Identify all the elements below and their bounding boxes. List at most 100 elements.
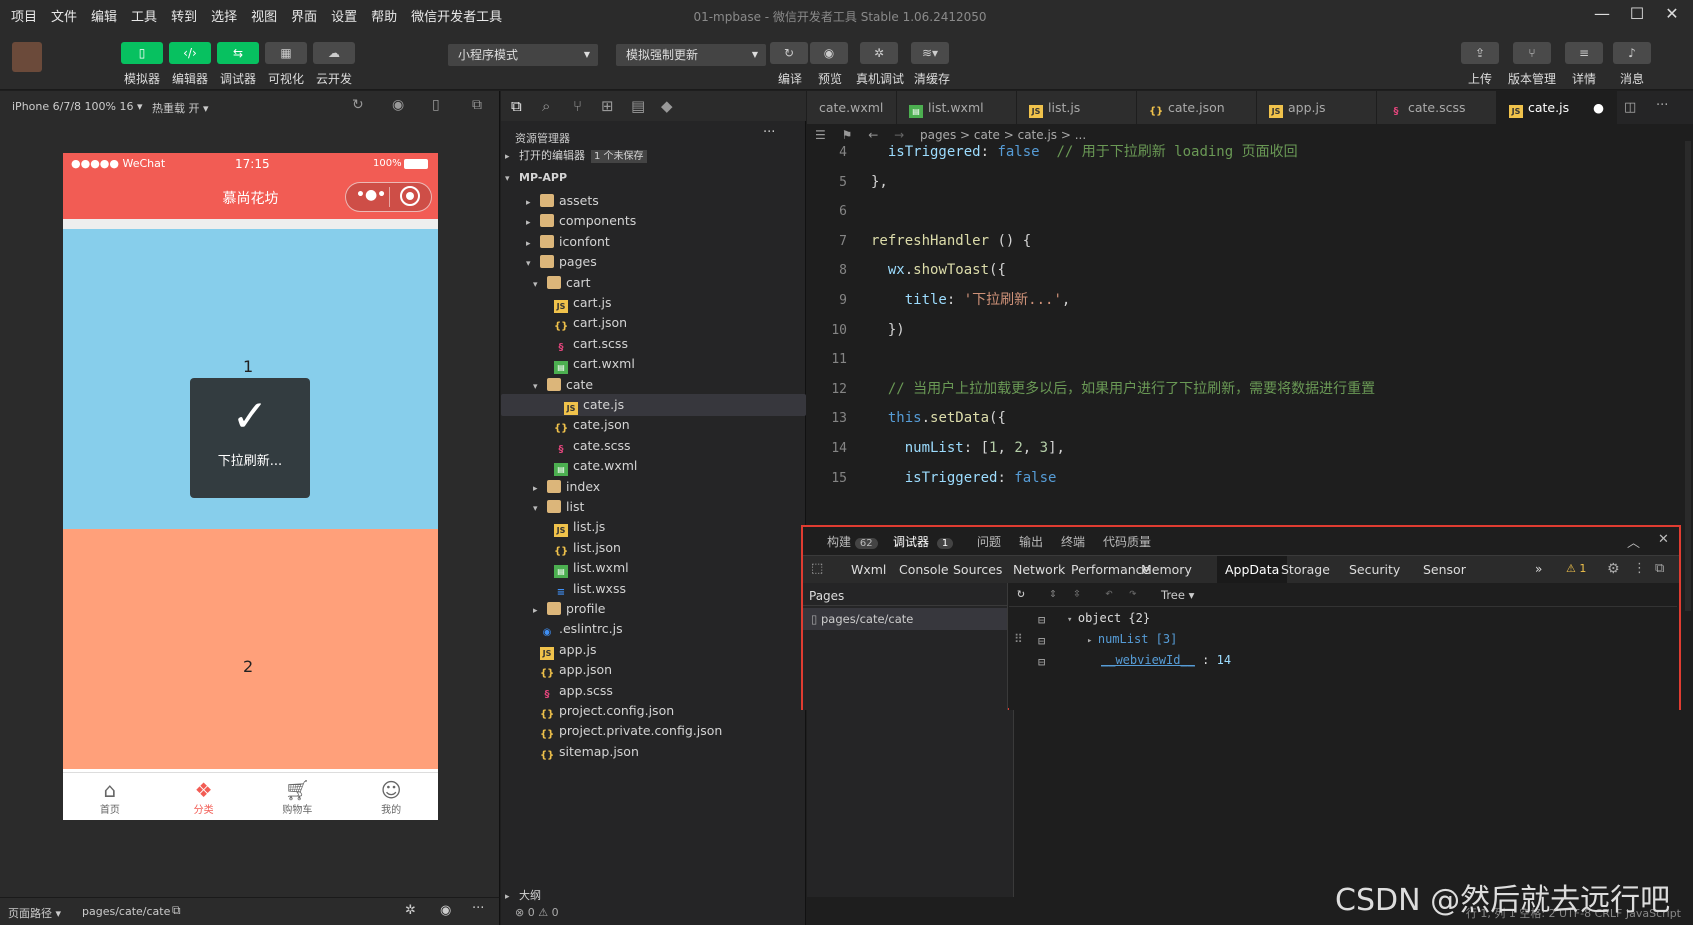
tree-item[interactable]: ▸ iconfont (501, 231, 806, 253)
devtools-tab[interactable]: Security (1341, 556, 1408, 584)
expand-all-icon[interactable]: ⇕ (1049, 586, 1057, 601)
tree-item[interactable]: ▤ cart.wxml (501, 353, 806, 375)
panel-tab-terminal[interactable]: 终端 (1061, 533, 1085, 550)
details-button[interactable]: ≡ (1565, 42, 1603, 64)
minimize-button[interactable]: — (1590, 4, 1614, 26)
tree-item[interactable]: ▸ components (501, 210, 806, 232)
editor-tab[interactable]: ▤ list.wxml (897, 91, 1017, 124)
editor-tab[interactable]: JS list.js (1017, 91, 1137, 124)
tree-item[interactable]: ◉ .eslintrc.js (501, 618, 806, 640)
clear-cache-button[interactable]: ≋▾ (911, 42, 949, 64)
menu-item[interactable]: 视图 (244, 6, 284, 25)
drag-handle-icon[interactable]: ⠿ (1014, 632, 1023, 646)
unsaved-dot-icon[interactable]: ● (1593, 100, 1604, 115)
editor-tab[interactable]: JS cate.js ● (1497, 91, 1617, 124)
tree-item[interactable]: ▾ pages (501, 251, 806, 273)
devtools-tab[interactable]: Sources (945, 556, 1010, 584)
tree-item[interactable]: ▤ list.wxml (501, 557, 806, 579)
tree-item[interactable]: {} cart.json (501, 312, 806, 334)
collapse-panel-icon[interactable]: ︿ (1627, 532, 1640, 551)
tree-item[interactable]: {} project.config.json (501, 700, 806, 722)
avatar[interactable] (12, 42, 42, 72)
tree-item[interactable]: ▾ cart (501, 272, 806, 294)
simulator-toggle-button[interactable]: ▯ (121, 42, 163, 64)
code-line[interactable]: 4 isTriggered: false // 用于下拉刷新 loading 页… (807, 136, 1693, 168)
device-select[interactable]: iPhone 6/7/8 100% 16 ▾ (12, 100, 143, 113)
panel-tab-output[interactable]: 输出 (1019, 533, 1043, 550)
tree-item[interactable]: JS list.js (501, 516, 806, 538)
real-device-debug-button[interactable]: ✲ (860, 42, 898, 64)
code-line[interactable]: 9 title: '下拉刷新...', (807, 284, 1693, 316)
upload-button[interactable]: ⇪ (1461, 42, 1499, 64)
row-collapse-icon[interactable]: ⊟ (1038, 655, 1045, 669)
tree-item[interactable]: {} list.json (501, 537, 806, 559)
settings-gear-icon[interactable]: ⚙ (1607, 561, 1620, 577)
devtools-tab[interactable]: Sensor (1415, 556, 1474, 584)
stop-icon[interactable]: ◉ (392, 97, 404, 113)
panel-tab-build[interactable]: 构建 62 (827, 533, 878, 550)
panel-tab-debugger[interactable]: 调试器 1 (893, 533, 954, 550)
devtools-tab[interactable]: Memory (1133, 556, 1200, 584)
collapse-all-icon[interactable]: ⇳ (1073, 586, 1081, 601)
visual-button[interactable]: ▦ (265, 42, 307, 64)
bug-icon[interactable]: ✲ (405, 903, 416, 918)
tree-item[interactable]: JS cate.js (501, 394, 806, 416)
tree-node-numlist[interactable]: ▸ numList [3] (1087, 632, 1177, 646)
code-line[interactable]: 6 (807, 195, 1693, 227)
editor-tab[interactable]: § cate.scss (1377, 91, 1497, 124)
tree-item[interactable]: JS app.js (501, 639, 806, 661)
code-line[interactable]: 7 refreshHandler () { (807, 225, 1693, 257)
editor-tab[interactable]: JS app.js (1257, 91, 1377, 124)
compile-button[interactable]: ↻ (770, 42, 808, 64)
menu-item[interactable]: 项目 (4, 6, 44, 25)
version-button[interactable]: ⑂ (1513, 42, 1551, 64)
menu-item[interactable]: 界面 (284, 6, 324, 25)
search-icon[interactable]: ⌕ (542, 97, 550, 115)
menu-item[interactable]: 工具 (124, 6, 164, 25)
menu-item[interactable]: 设置 (324, 6, 364, 25)
project-root[interactable]: ▾ MP-APP (501, 167, 806, 189)
code-line[interactable]: 14 numList: [1, 2, 3], (807, 432, 1693, 464)
menu-item[interactable]: 转到 (164, 6, 204, 25)
eye-icon[interactable]: ◉ (440, 903, 451, 918)
tree-item[interactable]: JS cart.js (501, 292, 806, 314)
menu-item[interactable]: 微信开发者工具 (404, 6, 509, 25)
undo-icon[interactable]: ↶ (1105, 586, 1113, 601)
preview-button[interactable]: ◉ (810, 42, 848, 64)
hot-reload-toggle[interactable]: 热重载 开 ▾ (152, 100, 209, 116)
split-editor-icon[interactable]: ◫ (1624, 100, 1636, 115)
storage-icon[interactable]: ▤ (631, 97, 645, 115)
debugger-toggle-button[interactable]: ⇆ (217, 42, 259, 64)
tree-root[interactable]: ▾ object {2} (1067, 611, 1150, 625)
tree-item[interactable]: § cart.scss (501, 333, 806, 355)
tab-category[interactable]: ❖ 分类 (157, 773, 251, 820)
inspect-icon[interactable]: ⬚ (811, 561, 823, 576)
page-path-select[interactable]: 页面路径 ▾ (8, 905, 61, 921)
phone-icon[interactable]: ▯ (432, 97, 440, 113)
menu-item[interactable]: 选择 (204, 6, 244, 25)
cloud-button[interactable]: ☁ (313, 42, 355, 64)
tree-item[interactable]: ▾ list (501, 496, 806, 518)
menu-item[interactable]: 帮助 (364, 6, 404, 25)
mode-select[interactable]: 小程序模式 ▼ (448, 44, 598, 66)
extensions-icon[interactable]: ⊞ (601, 97, 614, 115)
more-dots-icon[interactable]: •●• (356, 187, 386, 203)
redo-icon[interactable]: ↷ (1129, 586, 1137, 601)
refresh-icon[interactable]: ↻ (352, 97, 364, 113)
tab-profile[interactable]: ☺ 我的 (344, 773, 438, 820)
refresh-icon[interactable]: ↻ (1017, 586, 1025, 601)
popout-icon[interactable]: ⧉ (472, 97, 482, 113)
messages-button[interactable]: ♪ (1613, 42, 1651, 64)
problems-status[interactable]: ⊗ 0 ⚠ 0 (515, 906, 559, 919)
tab-cart[interactable]: 🛒︎ 购物车 (251, 773, 345, 820)
more-tabs-icon[interactable]: » (1535, 562, 1542, 576)
tree-item[interactable]: ≡ list.wxss (501, 578, 806, 600)
tree-item[interactable]: {} cate.json (501, 414, 806, 436)
panel-tab-quality[interactable]: 代码质量 (1103, 533, 1151, 550)
code-line[interactable]: 8 wx.showToast({ (807, 254, 1693, 286)
compile-select[interactable]: 模拟强制更新 ▼ (616, 44, 766, 66)
panel-tab-problems[interactable]: 问题 (977, 533, 1001, 550)
code-line[interactable]: 11 (807, 343, 1693, 375)
tree-item[interactable]: {} sitemap.json (501, 741, 806, 763)
editor-scrollbar[interactable] (1685, 141, 1691, 611)
